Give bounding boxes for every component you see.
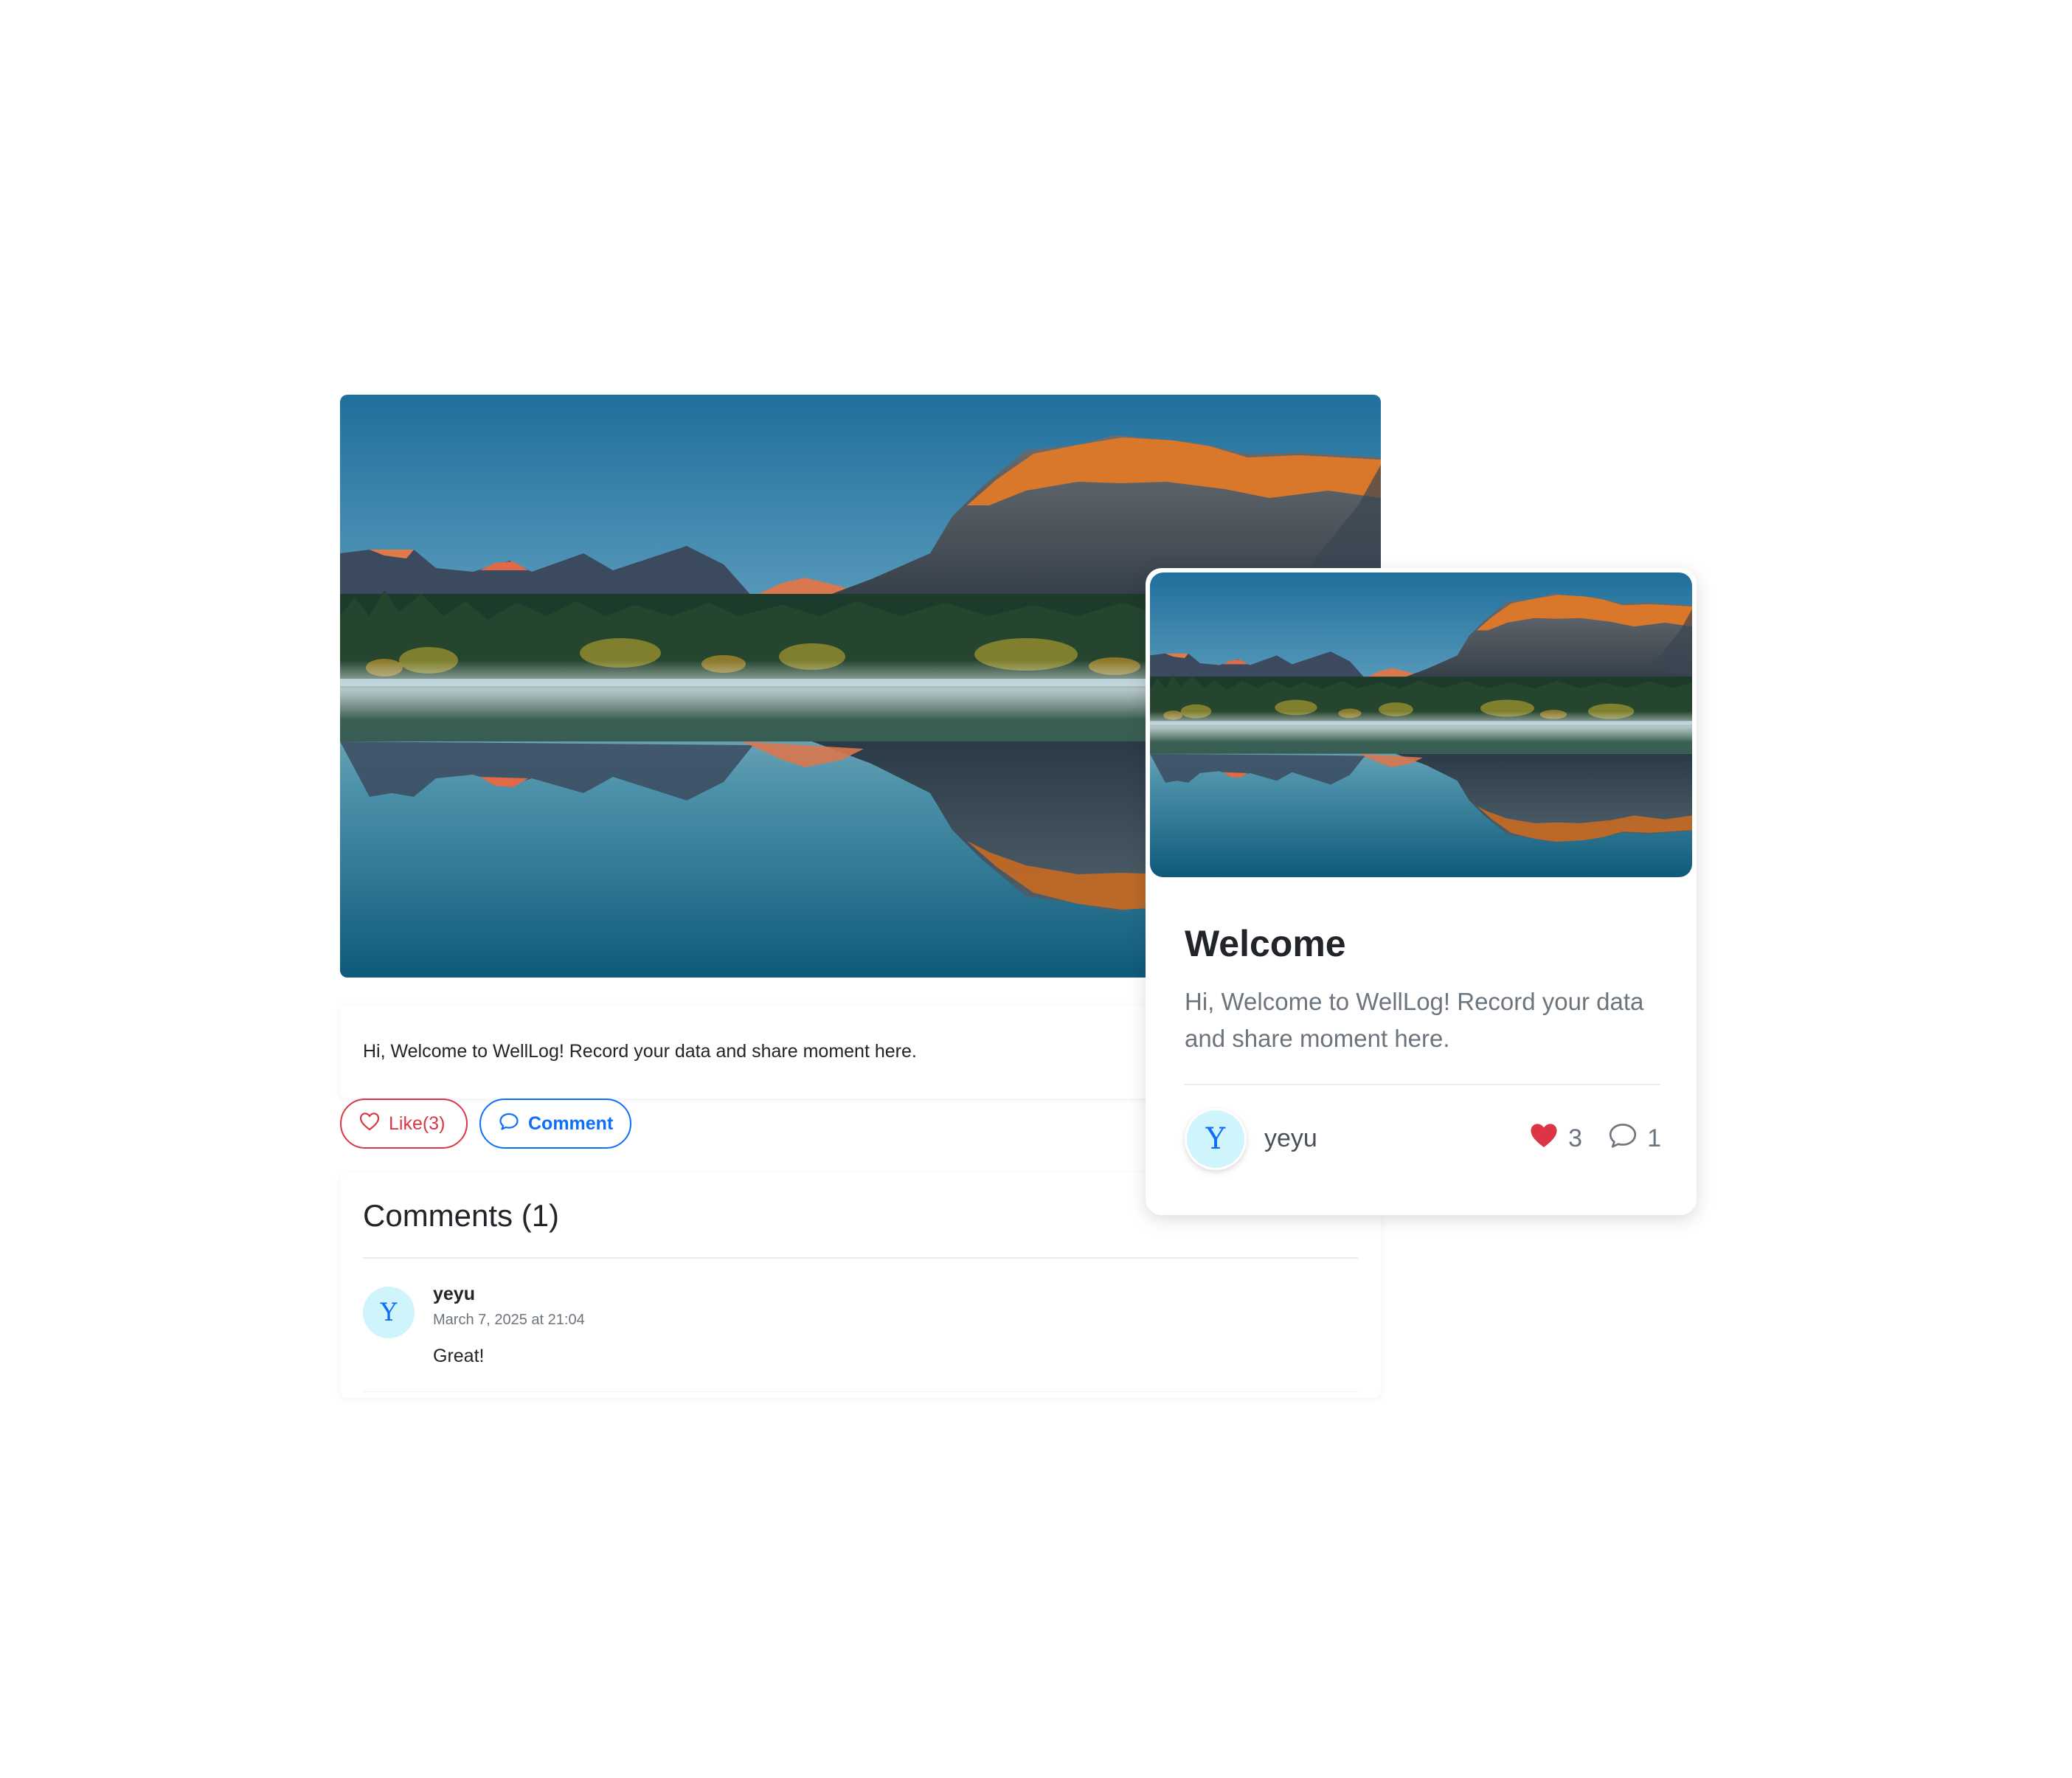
preview-description: Hi, Welcome to WellLog! Record your data… (1185, 988, 1644, 1052)
avatar[interactable]: Y (363, 1287, 415, 1338)
preview-like-stat[interactable]: 3 (1528, 1121, 1582, 1156)
comment-item: Y yeyu March 7, 2025 at 21:04 Great! (363, 1281, 1358, 1384)
heart-outline-icon (359, 1112, 380, 1136)
preview-like-count: 3 (1568, 1124, 1583, 1152)
comment-divider (363, 1391, 1358, 1392)
preview-footer: Y yeyu 3 1 (1185, 1108, 1661, 1170)
comment-button-label: Comment (528, 1113, 614, 1134)
preview-comment-stat[interactable]: 1 (1607, 1121, 1661, 1156)
preview-title: Welcome (1185, 923, 1346, 964)
post-body-text: Hi, Welcome to WellLog! Record your data… (363, 1041, 917, 1062)
preview-author[interactable]: yeyu (1264, 1124, 1317, 1153)
avatar[interactable]: Y (1185, 1108, 1247, 1170)
post-actions: Like(3) Comment (340, 1099, 631, 1150)
preview-image (1150, 573, 1692, 877)
preview-stats: 3 1 (1528, 1121, 1661, 1156)
comments-title: Comments (1) (363, 1198, 560, 1233)
chat-bubble-icon (1607, 1121, 1638, 1156)
comment-text: Great! (433, 1346, 485, 1366)
post-preview-card[interactable]: Welcome Hi, Welcome to WellLog! Record y… (1146, 568, 1697, 1215)
comment-timestamp: March 7, 2025 at 21:04 (433, 1312, 585, 1328)
comment-author[interactable]: yeyu (433, 1284, 475, 1305)
preview-divider (1185, 1084, 1660, 1085)
comment-button[interactable]: Comment (479, 1099, 631, 1149)
preview-comment-count: 1 (1647, 1124, 1661, 1152)
comments-divider (363, 1257, 1358, 1259)
like-button-label: Like(3) (389, 1113, 446, 1134)
like-button[interactable]: Like(3) (340, 1099, 468, 1149)
chat-bubble-icon (499, 1112, 519, 1136)
heart-filled-icon (1528, 1121, 1559, 1156)
